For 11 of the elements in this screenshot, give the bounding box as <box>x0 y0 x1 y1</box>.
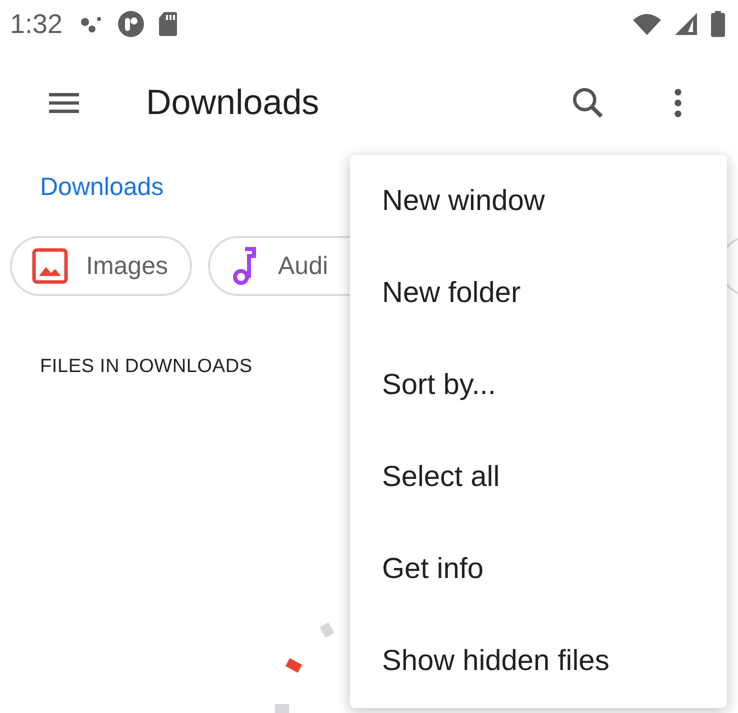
menu-item[interactable]: Sort by... <box>382 368 727 402</box>
breadcrumb-link[interactable]: Downloads <box>40 172 164 202</box>
filter-chip[interactable]: Images <box>10 236 192 296</box>
toolbar-title: Downloads <box>146 83 320 123</box>
menu-item[interactable]: Show hidden files <box>382 645 727 678</box>
menu-item[interactable]: New window <box>382 184 727 218</box>
menu-item[interactable]: Get info <box>382 553 727 586</box>
section-header: FILES IN DOWNLOADS <box>40 356 254 378</box>
status-time: 1:32 <box>10 8 63 40</box>
menu-item[interactable]: New folder <box>382 276 727 310</box>
menu-item[interactable]: Select all <box>382 461 727 494</box>
